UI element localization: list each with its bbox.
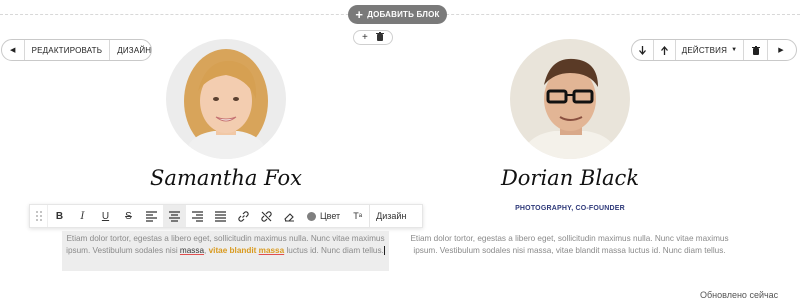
description-highlight: vitae blandit [208,245,257,255]
column-toolbar-right: ДЕЙСТВИЯ ▼ ▶ [631,39,797,61]
chevron-left-icon[interactable]: ◀ [2,40,25,60]
align-center-icon[interactable] [163,205,186,227]
add-block-button[interactable]: + ДОБАВИТЬ БЛОК [348,5,447,24]
bold-icon[interactable]: B [48,205,71,227]
color-swatch-icon [307,211,316,221]
trash-icon[interactable] [375,31,384,44]
text-size-icon[interactable]: Ta [346,205,369,227]
trash-icon[interactable] [744,40,768,60]
align-left-icon[interactable] [140,205,163,227]
description-highlight: massa [258,245,285,255]
member-name[interactable]: Samantha Fox [106,166,346,190]
strikethrough-icon[interactable]: S [117,205,140,227]
text-caret [383,245,385,255]
add-block-label: ДОБАВИТЬ БЛОК [367,10,440,19]
chevron-right-icon[interactable]: ▶ [768,40,794,60]
add-icon[interactable]: + [362,32,368,43]
actions-label: ДЕЙСТВИЯ [681,45,728,55]
member-role[interactable]: PHOTOGRAPHY, CO-FOUNDER [450,205,690,212]
plus-icon: + [355,6,364,22]
color-label: Цвет [320,211,341,221]
save-status: Обновлено сейчас [700,290,779,298]
block-mini-controls: + [353,30,393,45]
arrow-up-icon[interactable] [654,40,676,60]
text-design-button[interactable]: Дизайн [370,205,412,227]
edit-button[interactable]: РЕДАКТИРОВАТЬ [25,40,111,60]
eraser-icon[interactable] [278,205,301,227]
design-button[interactable]: ДИЗАЙН [110,40,158,60]
arrow-down-icon[interactable] [632,40,654,60]
align-justify-icon[interactable] [209,205,232,227]
member-description-editor[interactable]: Etiam dolor tortor, egestas a libero ege… [62,231,389,271]
description-text: luctus id. Nunc diam tellus. [284,245,384,255]
actions-dropdown[interactable]: ДЕЙСТВИЯ ▼ [676,40,744,60]
link-icon[interactable] [232,205,255,227]
text-color-button[interactable]: Цвет [301,205,346,227]
member-description[interactable]: Etiam dolor tortor, egestas a libero ege… [406,233,733,256]
align-right-icon[interactable] [186,205,209,227]
italic-icon[interactable]: I [71,205,94,227]
underline-icon[interactable]: U [94,205,117,227]
description-text: massa [179,245,205,255]
avatar-photo[interactable] [166,39,286,159]
caret-down-icon: ▼ [731,47,738,53]
avatar-photo[interactable] [510,39,630,159]
member-name[interactable]: Dorian Black [450,166,690,190]
unlink-icon[interactable] [255,205,278,227]
drag-handle-icon[interactable] [30,205,48,227]
column-toolbar-left: ◀ РЕДАКТИРОВАТЬ ДИЗАЙН [1,39,152,61]
text-format-toolbar: B I U S Цвет Ta Дизайн [29,204,423,228]
